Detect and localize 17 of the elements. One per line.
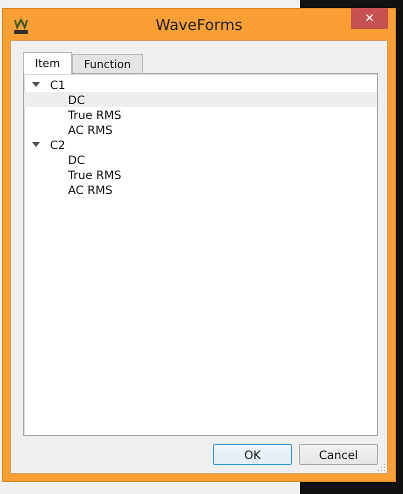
expand-triangle-icon[interactable] (32, 80, 40, 88)
cancel-button[interactable]: Cancel (299, 444, 378, 465)
tree-item[interactable]: True RMS (24, 167, 377, 182)
tree-item[interactable]: DC (24, 152, 377, 167)
window-title: WaveForms (154, 16, 244, 34)
app-logo-icon (12, 16, 30, 34)
tree-item[interactable]: C1 (50, 78, 66, 92)
expand-triangle-icon[interactable] (32, 140, 40, 148)
close-button[interactable]: × (351, 8, 388, 29)
tab[interactable]: Item (23, 52, 72, 74)
tree-item[interactable]: DC (24, 92, 377, 107)
tab[interactable]: Function (72, 54, 143, 73)
tree-item[interactable]: AC RMS (24, 182, 377, 197)
tree-item[interactable]: AC RMS (24, 122, 377, 137)
tree-item[interactable]: C2 (50, 138, 66, 152)
tree-item[interactable]: True RMS (24, 107, 377, 122)
ok-button[interactable]: OK (213, 444, 292, 465)
